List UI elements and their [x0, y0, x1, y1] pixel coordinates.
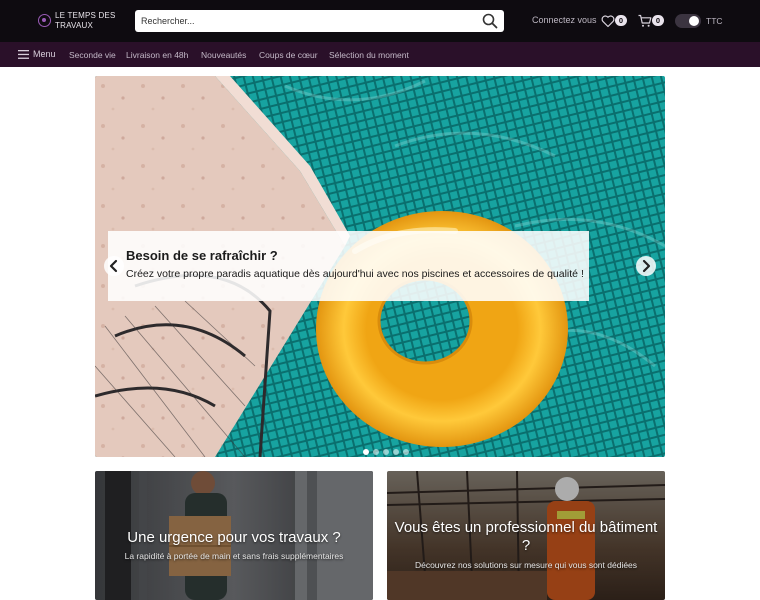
nav-item-livraison-48h[interactable]: Livraison en 48h	[126, 50, 188, 60]
promo-subtitle: Découvrez nos solutions sur mesure qui v…	[414, 560, 638, 570]
carousel-prev-button[interactable]	[104, 256, 124, 276]
account-link[interactable]: Connectez vous	[532, 15, 597, 25]
toggle-knob	[689, 16, 699, 26]
hero-carousel[interactable]: Besoin de se rafraîchir ? Créez votre pr…	[95, 76, 665, 457]
carousel-dot[interactable]	[393, 449, 399, 455]
heart-icon	[601, 15, 615, 28]
logo-text: Le Temps des Travaux	[55, 11, 116, 30]
nav-item-nouveautes[interactable]: Nouveautés	[201, 50, 246, 60]
promo-subtitle: La rapidité à portée de main et sans fra…	[124, 551, 344, 561]
chevron-right-icon	[642, 259, 651, 273]
logo-icon	[38, 14, 51, 27]
hero-subtitle: Créez votre propre paradis aquatique dès…	[126, 268, 584, 280]
wishlist-count-badge: 0	[615, 15, 627, 26]
nav-item-coups-de-coeur[interactable]: Coups de cœur	[259, 50, 318, 60]
tax-toggle-label: TTC	[706, 16, 723, 26]
promo-card-urgence[interactable]: Une urgence pour vos travaux ? La rapidi…	[95, 471, 373, 600]
nav-item-seconde-vie[interactable]: Seconde vie	[69, 50, 116, 60]
site-logo[interactable]: Le Temps des Travaux	[38, 11, 118, 33]
carousel-dot[interactable]	[363, 449, 369, 455]
nav-item-selection-du-moment[interactable]: Sélection du moment	[329, 50, 409, 60]
tax-toggle[interactable]	[675, 14, 701, 28]
hero-title: Besoin de se rafraîchir ?	[126, 248, 278, 263]
menu-label: Menu	[33, 49, 56, 59]
cart-count-badge: 0	[652, 15, 664, 26]
cart-button[interactable]: 0	[638, 13, 666, 29]
search-input[interactable]	[141, 12, 471, 30]
promo-card-professionnel[interactable]: Vous êtes un professionnel du bâtiment ?…	[387, 471, 665, 600]
carousel-dot[interactable]	[373, 449, 379, 455]
main-navbar: Menu Seconde vie Livraison en 48h Nouvea…	[0, 42, 760, 67]
wishlist-button[interactable]: 0	[601, 13, 629, 29]
search-bar	[135, 10, 504, 32]
carousel-dot[interactable]	[383, 449, 389, 455]
promo-title: Vous êtes un professionnel du bâtiment ?	[394, 519, 658, 554]
search-icon	[482, 13, 498, 29]
search-button[interactable]	[482, 13, 498, 29]
top-header: Le Temps des Travaux Connectez vous 0 0 …	[0, 0, 760, 42]
carousel-dots	[363, 442, 413, 457]
cart-icon	[638, 14, 652, 27]
promo-title: Une urgence pour vos travaux ?	[127, 529, 341, 546]
chevron-left-icon	[109, 259, 118, 273]
carousel-next-button[interactable]	[636, 256, 656, 276]
hamburger-icon	[18, 50, 29, 59]
carousel-dot[interactable]	[403, 449, 409, 455]
hero-caption: Besoin de se rafraîchir ? Créez votre pr…	[108, 231, 589, 301]
